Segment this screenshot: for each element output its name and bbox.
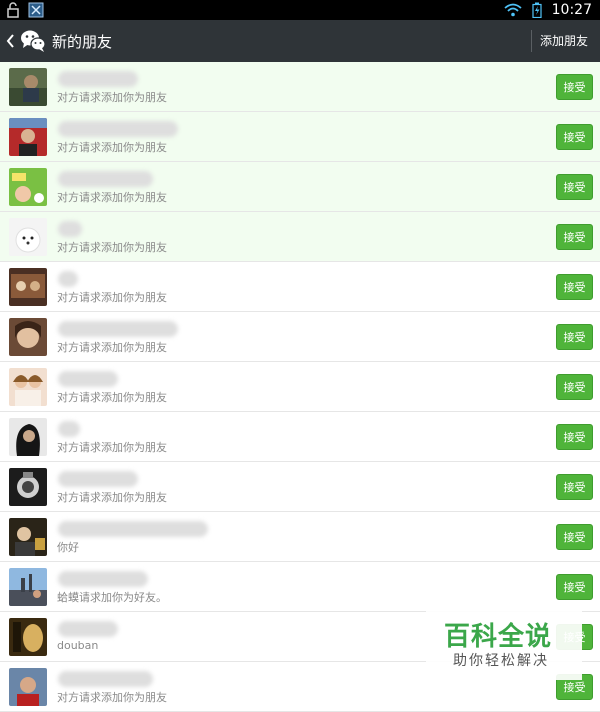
accept-button[interactable]: 接受 [556, 124, 593, 150]
battery-icon [532, 2, 542, 18]
request-message: 对方请求添加你为朋友 [57, 191, 167, 204]
name-redacted [58, 421, 80, 437]
avatar[interactable] [9, 368, 47, 406]
avatar[interactable] [9, 268, 47, 306]
name-redacted [58, 171, 153, 187]
app-bar: 新的朋友 添加朋友 [0, 20, 600, 62]
accept-button[interactable]: 接受 [556, 574, 593, 600]
friend-request-row[interactable]: 对方请求添加你为朋友 接受 [0, 262, 600, 312]
avatar[interactable] [9, 418, 47, 456]
name-redacted [58, 521, 208, 537]
request-message: 对方请求添加你为朋友 [57, 291, 167, 304]
watermark-subtitle: 助你轻松解决 [453, 653, 549, 669]
avatar[interactable] [9, 568, 47, 606]
name-redacted [58, 71, 138, 87]
wifi-icon [504, 3, 522, 17]
friend-request-row[interactable]: 对方请求添加你为朋友 接受 [0, 412, 600, 462]
wechat-logo-icon[interactable] [20, 29, 46, 53]
add-friend-button[interactable]: 添加朋友 [540, 32, 588, 49]
accept-button[interactable]: 接受 [556, 324, 593, 350]
friend-request-row[interactable]: 对方请求添加你为朋友 接受 [0, 362, 600, 412]
avatar[interactable] [9, 668, 47, 706]
avatar[interactable] [9, 168, 47, 206]
name-redacted [58, 621, 118, 637]
notification-app-icon [28, 2, 44, 18]
avatar[interactable] [9, 118, 47, 156]
request-message: 对方请求添加你为朋友 [57, 391, 167, 404]
request-message: 对方请求添加你为朋友 [57, 341, 167, 354]
friend-request-row[interactable]: 对方请求添加你为朋友 接受 [0, 162, 600, 212]
name-redacted [58, 671, 153, 687]
page-title: 新的朋友 [52, 33, 113, 51]
avatar[interactable] [9, 468, 47, 506]
request-message: 你好 [57, 541, 79, 554]
status-bar: 10:27 [0, 0, 600, 20]
accept-button[interactable]: 接受 [556, 274, 593, 300]
request-message: 对方请求添加你为朋友 [57, 141, 167, 154]
request-message: 对方请求添加你为朋友 [57, 91, 167, 104]
friend-request-row[interactable]: 对方请求添加你为朋友 接受 [0, 62, 600, 112]
avatar[interactable] [9, 68, 47, 106]
name-redacted [58, 371, 118, 387]
watermark-title: 百科全说 [444, 622, 553, 652]
accept-button[interactable]: 接受 [556, 424, 593, 450]
clock: 10:27 [551, 2, 592, 18]
accept-button[interactable]: 接受 [556, 74, 593, 100]
friend-request-row[interactable]: 对方请求添加你为朋友 接受 [0, 212, 600, 262]
accept-button[interactable]: 接受 [556, 174, 593, 200]
back-chevron-icon[interactable] [4, 30, 18, 52]
accept-button[interactable]: 接受 [556, 524, 593, 550]
friend-request-row[interactable]: 你好 接受 [0, 512, 600, 562]
accept-button[interactable]: 接受 [556, 474, 593, 500]
name-redacted [58, 271, 78, 287]
name-redacted [58, 571, 148, 587]
accept-button[interactable]: 接受 [556, 224, 593, 250]
request-message: douban [57, 639, 99, 652]
avatar[interactable] [9, 318, 47, 356]
request-message: 蛤蟆请求加你为好友。 [57, 591, 167, 604]
request-message: 对方请求添加你为朋友 [57, 441, 167, 454]
lock-icon [6, 2, 20, 18]
accept-button[interactable]: 接受 [556, 374, 593, 400]
friend-request-row[interactable]: 对方请求添加你为朋友 接受 [0, 312, 600, 362]
avatar[interactable] [9, 218, 47, 256]
name-redacted [58, 321, 178, 337]
name-redacted [58, 221, 82, 237]
appbar-divider [531, 30, 532, 52]
friend-request-row[interactable]: 对方请求添加你为朋友 接受 [0, 112, 600, 162]
request-message: 对方请求添加你为朋友 [57, 241, 167, 254]
friend-request-row[interactable]: 对方请求添加你为朋友 接受 [0, 462, 600, 512]
request-message: 对方请求添加你为朋友 [57, 691, 167, 704]
avatar[interactable] [9, 618, 47, 656]
avatar[interactable] [9, 518, 47, 556]
request-message: 对方请求添加你为朋友 [57, 491, 167, 504]
watermark-logo: 百科全说 助你轻松解决 [426, 610, 582, 680]
name-redacted [58, 471, 138, 487]
name-redacted [58, 121, 178, 137]
friend-request-row[interactable]: 蛤蟆请求加你为好友。 接受 [0, 562, 600, 612]
